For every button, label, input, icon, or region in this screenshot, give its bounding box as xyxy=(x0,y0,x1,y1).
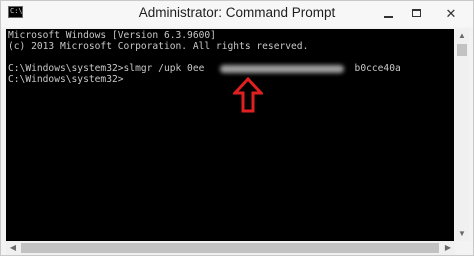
console-prompt: C:\Windows\system32> xyxy=(8,74,124,85)
scroll-down-icon[interactable]: ▼ xyxy=(455,227,469,241)
scroll-up-icon[interactable]: ▲ xyxy=(455,29,469,43)
minimize-button[interactable] xyxy=(375,2,401,24)
cmd-icon[interactable]: C:\ xyxy=(8,6,23,18)
close-button[interactable]: ✕ xyxy=(431,2,471,24)
console-line: Microsoft Windows [Version 6.3.9600] xyxy=(8,30,216,41)
vertical-scrollbar[interactable]: ▲ ▼ xyxy=(455,29,469,241)
vertical-scroll-thumb[interactable] xyxy=(457,44,467,56)
command-prompt-window: C:\ Administrator: Command Prompt ✕ Micr… xyxy=(0,0,474,256)
horizontal-scroll-thumb[interactable] xyxy=(21,243,439,253)
console-line: (c) 2013 Microsoft Corporation. All righ… xyxy=(8,41,309,52)
redacted-key xyxy=(220,65,344,73)
maximize-icon xyxy=(411,9,421,17)
horizontal-scrollbar[interactable]: ◀ ▶ xyxy=(6,241,455,255)
red-up-arrow-icon xyxy=(233,77,263,113)
maximize-button[interactable] xyxy=(403,2,429,24)
scroll-right-icon[interactable]: ▶ xyxy=(441,241,455,255)
cmd-icon-glyph: C:\ xyxy=(10,7,23,15)
close-icon: ✕ xyxy=(445,5,457,21)
minimize-icon xyxy=(383,16,393,18)
console-output[interactable]: Microsoft Windows [Version 6.3.9600] (c)… xyxy=(6,29,454,241)
scroll-left-icon[interactable]: ◀ xyxy=(6,241,20,255)
title-bar[interactable]: C:\ Administrator: Command Prompt ✕ xyxy=(1,1,473,27)
